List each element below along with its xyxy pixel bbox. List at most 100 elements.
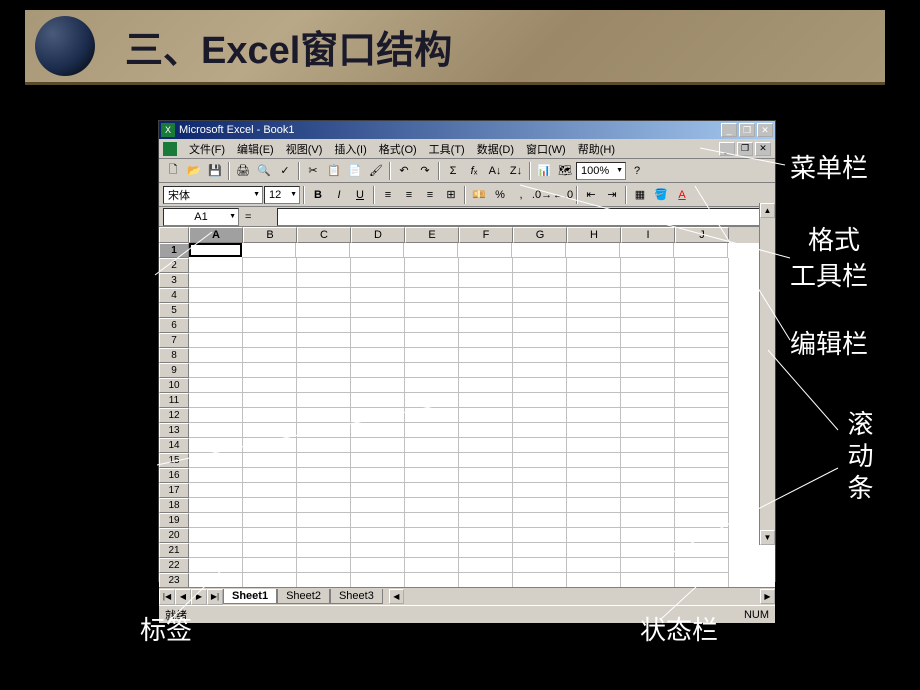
cell[interactable]: [567, 393, 621, 408]
paste-icon[interactable]: 📄: [345, 161, 365, 181]
cell[interactable]: [243, 408, 297, 423]
inc-indent-icon[interactable]: ⇥: [602, 185, 622, 205]
col-header[interactable]: E: [405, 227, 459, 243]
menu-help[interactable]: 帮助(H): [572, 139, 621, 159]
fill-color-icon[interactable]: 🪣: [651, 185, 671, 205]
copy-icon[interactable]: 📋: [324, 161, 344, 181]
cell[interactable]: [513, 453, 567, 468]
menu-format[interactable]: 格式(O): [373, 139, 423, 159]
formula-bar[interactable]: [277, 208, 771, 226]
cell[interactable]: [567, 273, 621, 288]
zoom-combo[interactable]: 100%: [576, 162, 626, 180]
cell[interactable]: [189, 453, 243, 468]
cell[interactable]: [621, 393, 675, 408]
cell[interactable]: [458, 243, 512, 258]
cell[interactable]: [405, 258, 459, 273]
worksheet-grid[interactable]: ABCDEFGHIJ 12345678910111213141516171819…: [159, 227, 775, 587]
cell[interactable]: [189, 408, 243, 423]
cell[interactable]: [351, 453, 405, 468]
cell[interactable]: [567, 333, 621, 348]
cell[interactable]: [405, 333, 459, 348]
cell[interactable]: [675, 528, 729, 543]
cell[interactable]: [675, 303, 729, 318]
row-header[interactable]: 5: [159, 303, 189, 318]
cell[interactable]: [675, 258, 729, 273]
cell[interactable]: [243, 303, 297, 318]
autosum-icon[interactable]: Σ: [443, 161, 463, 181]
app-icon[interactable]: [163, 142, 177, 156]
help-icon[interactable]: ?: [627, 161, 647, 181]
cell[interactable]: [675, 363, 729, 378]
cell[interactable]: [405, 438, 459, 453]
cell[interactable]: [513, 468, 567, 483]
name-box[interactable]: A1: [163, 208, 239, 226]
cell[interactable]: [567, 408, 621, 423]
cell[interactable]: [567, 378, 621, 393]
cell[interactable]: [405, 558, 459, 573]
cell[interactable]: [297, 543, 351, 558]
cell[interactable]: [243, 288, 297, 303]
menu-window[interactable]: 窗口(W): [520, 139, 572, 159]
sheet-tab-2[interactable]: Sheet2: [277, 589, 330, 604]
cell[interactable]: [513, 348, 567, 363]
font-color-icon[interactable]: A: [672, 185, 692, 205]
cell[interactable]: [405, 348, 459, 363]
cell[interactable]: [512, 243, 566, 258]
cell[interactable]: [189, 288, 243, 303]
cell[interactable]: [351, 393, 405, 408]
cell[interactable]: [243, 543, 297, 558]
cell[interactable]: [243, 468, 297, 483]
cell[interactable]: [189, 573, 243, 587]
cell[interactable]: [189, 558, 243, 573]
cell[interactable]: [567, 543, 621, 558]
row-header[interactable]: 15: [159, 453, 189, 468]
cell[interactable]: [675, 573, 729, 587]
col-header[interactable]: H: [567, 227, 621, 243]
cell[interactable]: [243, 348, 297, 363]
cell[interactable]: [513, 543, 567, 558]
menu-tools[interactable]: 工具(T): [423, 139, 471, 159]
cell[interactable]: [243, 333, 297, 348]
cell[interactable]: [189, 528, 243, 543]
cell[interactable]: [405, 543, 459, 558]
borders-icon[interactable]: ▦: [630, 185, 650, 205]
cell[interactable]: [297, 273, 351, 288]
cell[interactable]: [513, 498, 567, 513]
cell[interactable]: [513, 288, 567, 303]
cell[interactable]: [297, 528, 351, 543]
bold-icon[interactable]: B: [308, 185, 328, 205]
cell[interactable]: [459, 348, 513, 363]
cell[interactable]: [459, 423, 513, 438]
minimize-button[interactable]: _: [721, 123, 737, 137]
format-painter-icon[interactable]: 🖌: [366, 161, 386, 181]
scroll-left-icon[interactable]: ◀: [389, 589, 404, 604]
cell[interactable]: [405, 423, 459, 438]
cell[interactable]: [243, 453, 297, 468]
cell[interactable]: [621, 498, 675, 513]
row-header[interactable]: 17: [159, 483, 189, 498]
cell[interactable]: [459, 333, 513, 348]
cell[interactable]: [459, 558, 513, 573]
cell[interactable]: [297, 453, 351, 468]
tab-first-icon[interactable]: |◀: [159, 589, 175, 605]
cell[interactable]: [297, 303, 351, 318]
undo-icon[interactable]: ↶: [394, 161, 414, 181]
cell[interactable]: [459, 363, 513, 378]
row-header[interactable]: 7: [159, 333, 189, 348]
cell[interactable]: [621, 528, 675, 543]
cell[interactable]: [567, 453, 621, 468]
cell[interactable]: [459, 318, 513, 333]
cell[interactable]: [459, 303, 513, 318]
horizontal-scrollbar[interactable]: ◀ ▶: [389, 589, 775, 605]
row-header[interactable]: 22: [159, 558, 189, 573]
cell[interactable]: [351, 468, 405, 483]
cell[interactable]: [297, 363, 351, 378]
cell[interactable]: [567, 438, 621, 453]
new-icon[interactable]: 🗋: [163, 161, 183, 181]
scroll-up-icon[interactable]: ▲: [760, 203, 775, 218]
cell[interactable]: [297, 288, 351, 303]
row-header[interactable]: 6: [159, 318, 189, 333]
col-header[interactable]: D: [351, 227, 405, 243]
cell[interactable]: [567, 498, 621, 513]
cell[interactable]: [351, 528, 405, 543]
